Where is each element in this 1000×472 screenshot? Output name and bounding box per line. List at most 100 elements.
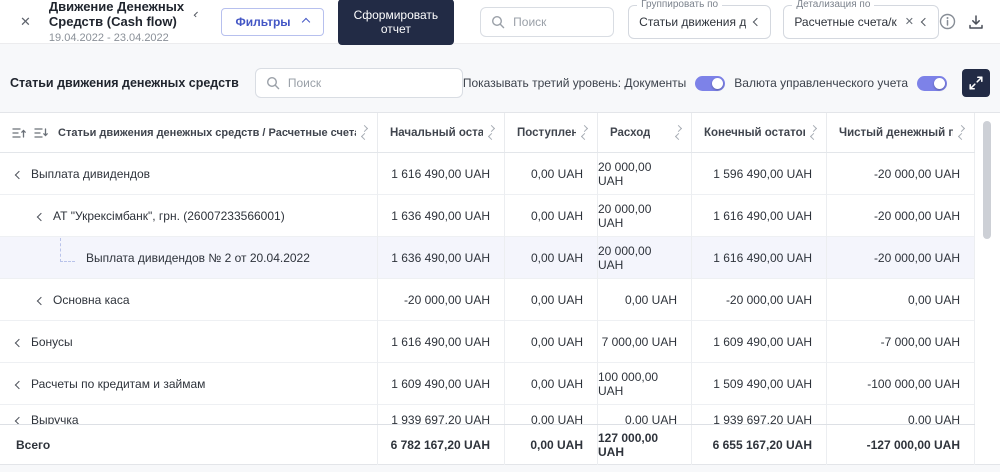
total-outflow: 127 000,00 UAH [598,425,692,465]
total-opening-balance: 6 782 167,20 UAH [378,425,505,465]
cell-closing-balance: 1 596 490,00 UAH [692,153,827,195]
cell-closing-balance: 1 939 697,20 UAH [692,405,827,424]
chevron-right-icon [301,17,309,25]
table-row[interactable]: АТ "Укрексімбанк", грн. (26007233566001)… [0,195,975,237]
cell-outflow: 100 000,00 UAH [598,363,692,405]
tree-cell: Бонусы [0,321,378,363]
report-title-dropdown[interactable]: Движение Денежных Средств (Cash flow) [49,0,199,29]
total-closing-balance: 6 655 167,20 UAH [692,425,827,465]
cell-outflow: 7 000,00 UAH [598,321,692,363]
tree-connector-icon [60,238,75,262]
chevron-down-icon[interactable] [16,413,22,424]
chevron-down-icon[interactable] [16,377,22,391]
chevron-down-icon[interactable] [38,209,44,223]
total-inflow: 0,00 UAH [505,425,598,465]
sort-icons[interactable] [489,126,494,139]
chevron-down-icon[interactable] [16,167,22,181]
info-icon[interactable] [939,10,956,34]
row-label: Бонусы [31,335,73,349]
currency-toggle-label: Валюта управленческого учета [734,76,908,90]
currency-toggle[interactable] [917,76,947,91]
header-search [480,7,614,37]
cell-closing-balance: 1 616 490,00 UAH [692,195,827,237]
cell-closing-balance: 1 616 490,00 UAH [692,237,827,279]
column-header-articles[interactable]: Статьи движения денежных средств / Расче… [0,113,378,152]
table-search-input[interactable] [288,76,448,90]
sort-icons[interactable] [676,126,681,139]
toggle-knob [712,78,723,89]
table-row[interactable]: Выплата дивидендов № 2 от 20.04.2022 1 6… [0,237,975,279]
column-header-closing-balance[interactable]: Конечный остаток [692,113,827,152]
filters-button-label: Фильтры [236,15,291,29]
chevron-down-icon [194,11,200,17]
cashflow-table: Статьи движения денежных средств / Расче… [0,112,1000,465]
cell-opening-balance: 1 616 490,00 UAH [378,153,505,195]
cell-opening-balance: 1 939 697,20 UAH [378,405,505,424]
chevron-down-icon[interactable] [38,293,44,307]
expand-all-icon[interactable] [34,127,48,139]
sort-icons[interactable] [959,126,964,139]
table-row[interactable]: Основна каса -20 000,00 UAH 0,00 UAH 0,0… [0,279,975,321]
vertical-scrollbar[interactable] [983,119,991,458]
search-icon [266,76,280,90]
tree-cell: Выплата дивидендов [0,153,378,195]
filters-button[interactable]: Фильтры [221,8,324,36]
date-range: 19.04.2022 - 23.04.2022 [49,32,199,44]
sort-icons[interactable] [811,126,816,139]
download-icon[interactable] [968,10,984,34]
column-header-label: Поступление [517,127,576,139]
table-row[interactable]: Выручка 1 939 697,20 UAH 0,00 UAH 0,00 U… [0,405,975,424]
tree-cell: Основна каса [0,279,378,321]
cell-closing-balance: 1 609 490,00 UAH [692,321,827,363]
cell-inflow: 0,00 UAH [505,405,598,424]
detail-by-value: Расчетные счета/к [794,15,896,29]
report-title-block: Движение Денежных Средств (Cash flow) 19… [49,0,199,44]
row-label: Выплата дивидендов [31,167,150,181]
cell-net-cashflow: -20 000,00 UAH [827,153,975,195]
cell-inflow: 0,00 UAH [505,195,598,237]
column-header-outflow[interactable]: Расход [598,113,692,152]
group-by-value: Статьи движения д [639,15,746,29]
group-by-select[interactable]: Группировать по Статьи движения д [628,5,771,39]
page-title: Движение Денежных Средств (Cash flow) [49,0,189,29]
clear-selection-icon[interactable]: ✕ [905,15,914,28]
chevron-down-icon [753,17,761,25]
column-header-label: Начальный остаток [390,127,483,139]
cell-outflow: 20 000,00 UAH [598,237,692,279]
section-toolbar: Статьи движения денежных средств Показыв… [0,66,1000,100]
cell-net-cashflow: -20 000,00 UAH [827,237,975,279]
third-level-toggle[interactable] [695,76,725,91]
total-net-cashflow: -127 000,00 UAH [827,425,975,465]
table-body: Выплата дивидендов 1 616 490,00 UAH 0,00… [0,153,1000,424]
close-icon[interactable]: ✕ [16,12,35,32]
table-search [255,68,463,98]
cell-opening-balance: 1 616 490,00 UAH [378,321,505,363]
chevron-down-icon[interactable] [16,335,22,349]
scrollbar-thumb[interactable] [983,121,991,239]
cell-outflow: 20 000,00 UAH [598,153,692,195]
fullscreen-button[interactable] [962,69,990,97]
row-label: Расчеты по кредитам и займам [31,377,205,391]
table-total-row: Всего 6 782 167,20 UAH 0,00 UAH 127 000,… [0,424,975,464]
toolbar-right: Показывать третий уровень: Документы Вал… [463,69,990,97]
cell-net-cashflow: -100 000,00 UAH [827,363,975,405]
column-header-inflow[interactable]: Поступление [505,113,598,152]
cell-inflow: 0,00 UAH [505,279,598,321]
column-header-opening-balance[interactable]: Начальный остаток [378,113,505,152]
tree-cell: АТ "Укрексімбанк", грн. (26007233566001) [0,195,378,237]
table-row[interactable]: Бонусы 1 616 490,00 UAH 0,00 UAH 7 000,0… [0,321,975,363]
cell-outflow: 0,00 UAH [598,279,692,321]
sort-icons[interactable] [362,126,367,139]
group-by-label: Группировать по [637,0,722,10]
collapse-all-icon[interactable] [12,127,26,139]
column-header-net-cashflow[interactable]: Чистый денежный поток [827,113,975,152]
detail-by-select[interactable]: Детализация по Расчетные счета/к ✕ [783,5,939,39]
tree-cell: Расчеты по кредитам и займам [0,363,378,405]
generate-report-button[interactable]: Сформировать отчет [338,0,455,45]
row-label: Основна каса [53,293,130,307]
tree-icons [12,127,48,139]
search-input[interactable] [513,15,603,29]
sort-icons[interactable] [582,126,587,139]
table-row[interactable]: Выплата дивидендов 1 616 490,00 UAH 0,00… [0,153,975,195]
table-row[interactable]: Расчеты по кредитам и займам 1 609 490,0… [0,363,975,405]
